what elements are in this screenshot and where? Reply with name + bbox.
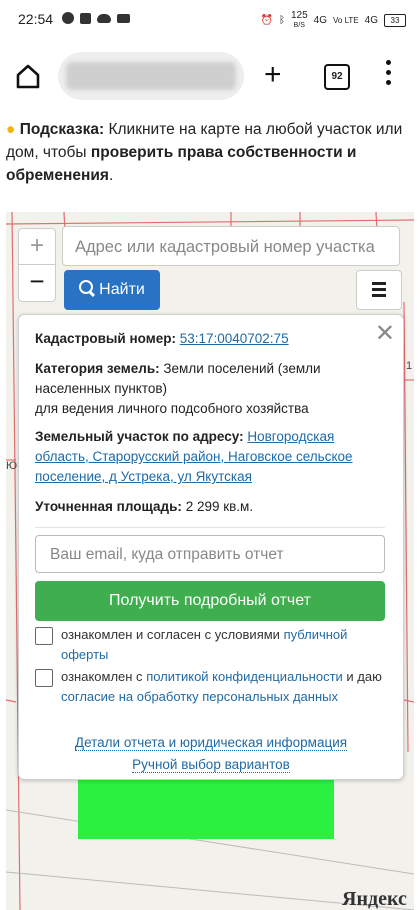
search-input[interactable]: Адрес или кадастровый номер участка	[62, 226, 400, 266]
battery-icon: 33	[384, 14, 406, 27]
parcel-info-popup: ✕ Кадастровый номер: 53:17:0040702:75 Ка…	[18, 314, 404, 780]
tab-switcher-button[interactable]: 92	[324, 64, 350, 90]
new-tab-icon[interactable]: +	[264, 60, 282, 90]
area-row: Уточненная площадь: 2 299 кв.м.	[35, 499, 254, 514]
signal-1: 4G	[313, 15, 327, 26]
map-label: 1	[406, 360, 413, 372]
email-field[interactable]: Ваш email, куда отправить отчет	[35, 535, 385, 573]
consent-offer-text: ознакомлен и согласен с условиями публич…	[61, 627, 348, 662]
status-bar: 22:54 ⏰ ᛒ 125 B/S 4G Vo LTE 4G 33	[0, 0, 420, 40]
blurred-url	[66, 62, 236, 90]
status-time: 22:54	[18, 11, 54, 27]
cadastral-number-link[interactable]: 53:17:0040702:75	[180, 331, 289, 346]
address-bar[interactable]	[58, 52, 244, 100]
alarm-icon: ⏰	[260, 15, 273, 26]
find-button[interactable]: Найти	[64, 270, 160, 310]
get-report-button[interactable]: Получить подробный отчет	[35, 581, 385, 621]
hamburger-icon	[372, 282, 386, 285]
manual-selection-link[interactable]: Ручной выбор вариантов	[19, 757, 403, 773]
home-icon[interactable]	[14, 62, 42, 90]
map-label: Ю	[6, 460, 18, 472]
cadastral-row: Кадастровый номер: 53:17:0040702:75	[35, 331, 289, 346]
divider	[35, 527, 385, 528]
browser-toolbar: + 92	[0, 40, 420, 110]
consent-privacy-checkbox[interactable]	[35, 669, 53, 687]
yandex-logo: Яндекс	[342, 888, 407, 910]
category-row: Категория земель: Земли поселений (земли…	[35, 361, 321, 416]
signal-volte: Vo LTE	[333, 16, 359, 25]
zoom-out-button[interactable]: −	[18, 264, 56, 302]
cadastral-map[interactable]: Ю 1 + − Адрес или кадастровый номер учас…	[6, 212, 414, 910]
report-details-link[interactable]: Детали отчета и юридическая информация	[19, 735, 403, 751]
privacy-policy-link[interactable]: политикой конфиденциальности	[146, 669, 343, 684]
address-row: Земельный участок по адресу: Новгородска…	[35, 429, 353, 484]
cloud-icon	[97, 13, 111, 23]
consent-offer-checkbox[interactable]	[35, 627, 53, 645]
zoom-in-button[interactable]: +	[18, 228, 56, 266]
network-speed: 125 B/S	[290, 10, 308, 30]
notification-icons	[62, 12, 130, 24]
layers-menu-button[interactable]	[356, 270, 402, 310]
search-icon	[79, 280, 94, 294]
data-processing-link[interactable]: согласие на обработку персональных данны…	[61, 689, 338, 704]
whatsapp-icon	[62, 12, 74, 24]
consent-privacy-text: ознакомлен с политикой конфиденциальност…	[61, 669, 382, 704]
bluetooth-icon: ᛒ	[278, 15, 285, 26]
hint-label: Подсказка:	[19, 121, 105, 138]
app-notification-icon	[80, 12, 91, 24]
more-menu-icon[interactable]	[386, 60, 392, 88]
lightbulb-icon: ●	[6, 121, 16, 138]
system-status: ⏰ ᛒ 125 B/S 4G Vo LTE 4G 33	[261, 11, 406, 30]
signal-2: 4G	[364, 15, 378, 26]
youtube-icon	[117, 13, 130, 23]
hint-text: ● Подсказка: Кликните на карте на любой …	[6, 121, 403, 184]
